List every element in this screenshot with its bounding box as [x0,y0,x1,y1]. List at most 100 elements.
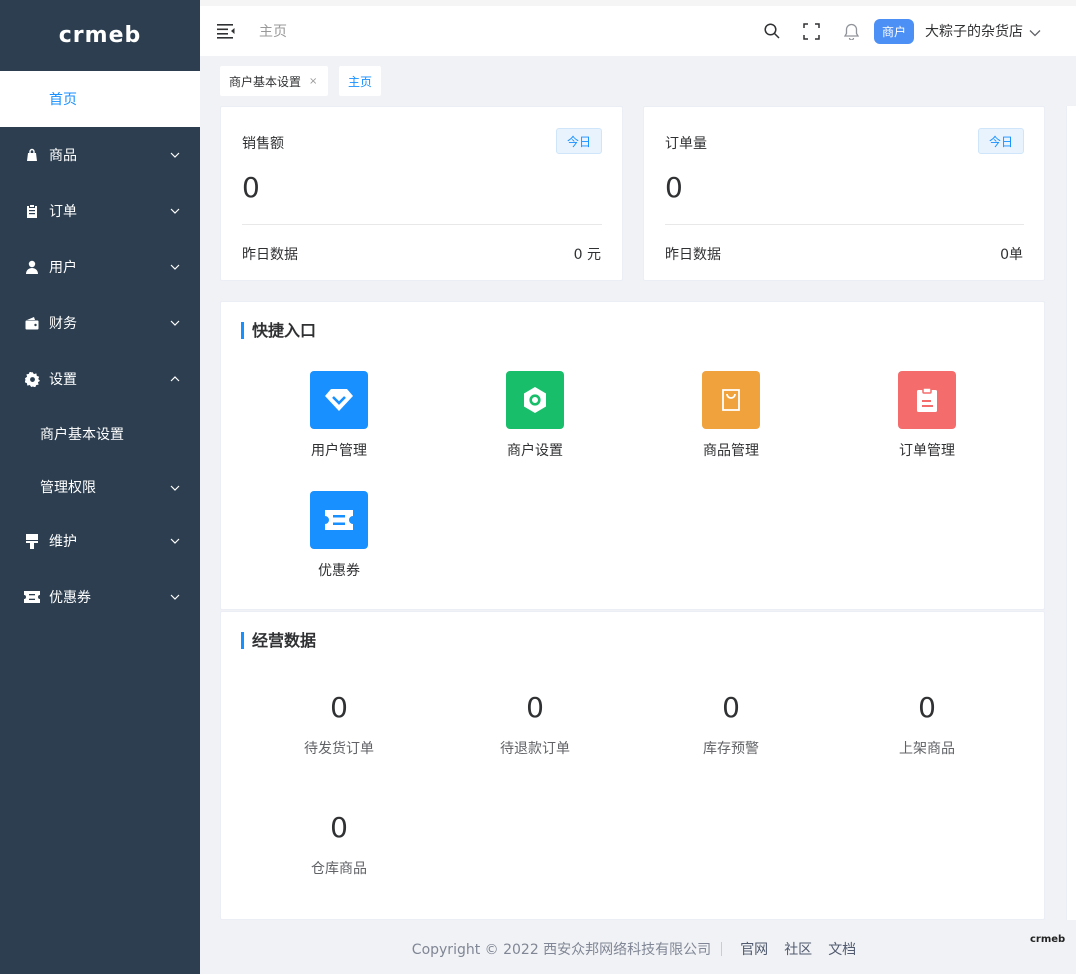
metric-value: 0 [330,811,348,844]
metric-label: 上架商品 [899,741,955,757]
metric-value: 0 [722,691,740,724]
clipboard-icon [898,371,956,429]
quick-coupons[interactable]: 优惠券 [279,491,399,580]
metric-value: 0 [526,691,544,724]
yesterday-label: 昨日数据 [665,247,721,263]
merchant-badge: 商户 [874,19,914,44]
tab-label: 主页 [347,74,372,89]
wallet-icon [24,315,40,331]
sidebar-item-products[interactable]: 商品 [0,127,200,183]
metric-stock-warning[interactable]: 0 库存预警 [671,691,791,758]
metric-value: 0 [918,691,936,724]
sidebar-subitem-permissions[interactable]: 管理权限 [0,460,200,513]
gear-icon [24,371,40,387]
diamond-icon [310,371,368,429]
right-panel-edge [1066,106,1076,920]
brush-icon [24,533,40,549]
bag-icon [24,147,40,163]
chevron-down-icon [170,479,180,495]
metric-label: 库存预警 [703,741,759,757]
metric-pending-shipment[interactable]: 0 待发货订单 [279,691,399,758]
logo-text: crmeb [58,23,142,48]
tags-view: 商户基本设置 × 主页 [200,56,1076,102]
sidebar-item-label: 优惠券 [49,590,91,606]
sidebar-item-label: 首页 [49,92,77,108]
metric-warehouse-products[interactable]: 0 仓库商品 [279,811,399,878]
sidebar-item-coupons[interactable]: 优惠券 [0,569,200,625]
business-data-card: 经营数据 0 待发货订单 0 待退款订单 0 库存预警 0 上架商品 0 仓库商… [220,611,1045,920]
sidebar-item-home[interactable]: 首页 [0,71,200,127]
footer-link-community[interactable]: 社区 [784,939,812,959]
sidebar-item-users[interactable]: 用户 [0,239,200,295]
sidebar-item-label: 设置 [49,372,77,388]
metric-listed-products[interactable]: 0 上架商品 [867,691,987,758]
chevron-up-icon [170,374,180,384]
divider [721,942,723,956]
footer-link-docs[interactable]: 文档 [828,939,856,959]
footer: Copyright © 2022 西安众邦网络科技有限公司 官网 社区 文档 [200,938,1076,960]
brand-logo[interactable]: crmeb [0,0,200,71]
divider [665,224,1024,225]
fullscreen-icon[interactable] [801,21,821,41]
shopping-bag-icon [702,371,760,429]
sidebar-item-finance[interactable]: 财务 [0,295,200,351]
chevron-down-icon [170,318,180,328]
chevron-down-icon [170,206,180,216]
sidebar-item-label: 财务 [49,316,77,332]
today-badge: 今日 [556,128,602,154]
close-icon[interactable]: × [309,76,317,87]
copyright-text: Copyright © 2022 西安众邦网络科技有限公司 [411,942,712,958]
sidebar-item-label: 商品 [49,148,77,164]
section-title: 经营数据 [241,632,316,649]
sidebar-item-label: 订单 [49,204,77,220]
chevron-down-icon [170,536,180,546]
card-title: 销售额 [242,136,284,152]
sales-value: 0 [242,171,260,204]
chevron-down-icon[interactable] [1029,25,1041,37]
bell-icon[interactable] [841,21,861,41]
quick-product-management[interactable]: 商品管理 [671,371,791,460]
quick-user-management[interactable]: 用户管理 [279,371,399,460]
sidebar-item-orders[interactable]: 订单 [0,183,200,239]
section-title: 快捷入口 [241,322,316,339]
quick-merchant-settings[interactable]: 商户设置 [475,371,595,460]
footer-logo: crmeb [1030,934,1066,945]
breadcrumb[interactable]: 主页 [259,21,287,41]
sidebar-item-label: 管理权限 [40,479,96,496]
divider [242,224,602,225]
tab-label: 商户基本设置 [229,74,302,89]
menu-collapse-icon[interactable] [217,23,235,39]
quick-label: 订单管理 [899,443,955,459]
metric-label: 待退款订单 [500,741,570,757]
today-badge: 今日 [978,128,1024,154]
orders-card: 订单量 今日 0 昨日数据 0单 [643,106,1045,281]
sidebar-item-maintenance[interactable]: 维护 [0,513,200,569]
quick-label: 用户管理 [311,443,367,459]
chevron-down-icon [170,262,180,272]
ticket-icon [310,491,368,549]
tab-merchant-settings[interactable]: 商户基本设置 × [220,66,328,96]
quick-label: 优惠券 [318,563,360,579]
ticket-icon [24,589,40,605]
metric-label: 仓库商品 [311,861,367,877]
metric-pending-refund[interactable]: 0 待退款订单 [475,691,595,758]
chevron-down-icon [170,150,180,160]
quick-entry-card: 快捷入口 用户管理 商户设置 商品管理 订单管理 优惠券 [220,301,1045,610]
clipboard-icon [24,203,40,219]
search-icon[interactable] [762,21,782,41]
metric-label: 待发货订单 [304,741,374,757]
yesterday-value: 0单 [1000,247,1023,263]
metric-value: 0 [330,691,348,724]
footer-link-website[interactable]: 官网 [740,939,768,959]
header: 主页 商户 大粽子的杂货店 [200,6,1076,56]
chevron-down-icon [170,592,180,602]
shop-name-dropdown[interactable]: 大粽子的杂货店 [925,21,1023,41]
yesterday-label: 昨日数据 [242,247,298,263]
sidebar-item-label: 维护 [49,534,77,550]
tab-home[interactable]: 主页 [339,66,381,96]
sidebar-item-settings[interactable]: 设置 [0,351,200,407]
quick-label: 商品管理 [703,443,759,459]
sidebar: crmeb 首页 商品 订单 用户 财务 设置 商户基本设置 管理权限 维护 优 [0,0,200,974]
sidebar-subitem-merchant-settings[interactable]: 商户基本设置 [0,407,200,460]
quick-order-management[interactable]: 订单管理 [867,371,987,460]
